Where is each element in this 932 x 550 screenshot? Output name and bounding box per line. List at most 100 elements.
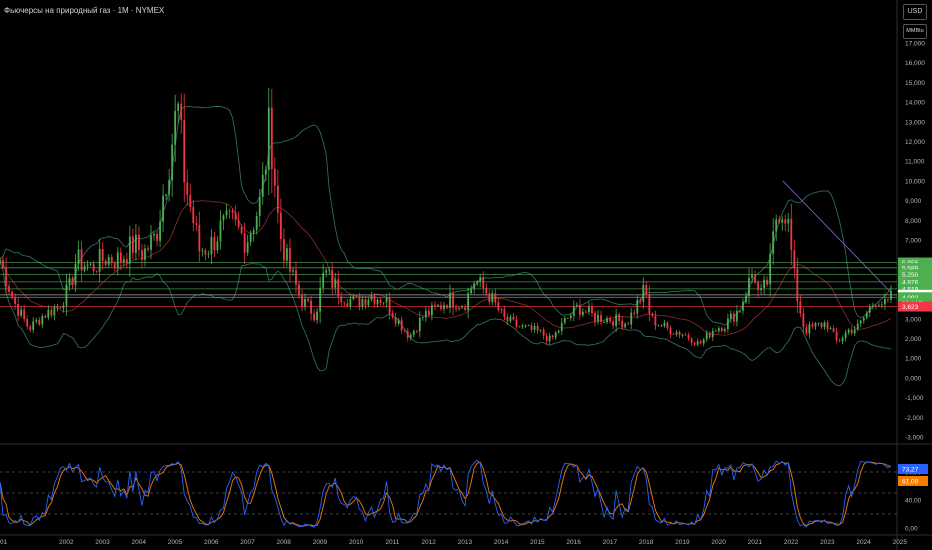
candle-body [216,241,219,251]
price-tick-label: -3,000 [905,435,924,442]
time-axis[interactable]: 01 2002 2003 2004 2005 2006 2007 2008 2009 2010 20… [0,539,907,546]
candle-body [787,218,790,224]
candle-body [92,263,95,271]
candle-body [530,325,533,330]
candle-body [515,319,518,327]
candle-body [44,316,47,318]
price-tick-label: 13,000 [905,119,925,126]
candle-body [26,318,29,327]
time-tick-label: 2021 [748,539,763,546]
time-tick-label: 2022 [784,539,799,546]
candle-body [286,248,288,261]
candle-body [219,220,222,242]
time-tick-label: 2014 [494,539,509,546]
candle-body [192,206,195,224]
price-tick-label: 17,000 [905,41,925,48]
candle-body [17,304,20,316]
candle-body [186,182,189,195]
candle-body [415,331,418,332]
candle-body [261,174,264,197]
candle-body [231,210,234,213]
candle-body [252,230,255,234]
candle-body [669,328,672,335]
candle-body [29,326,32,330]
candle-body [748,277,750,297]
candle-body [554,332,557,338]
candle-body [461,307,463,309]
time-tick-label: 2008 [276,539,291,546]
candle-body [125,259,128,264]
price-tick-label: 3,000 [905,316,922,323]
candle-body [760,288,762,291]
candle-body [621,320,624,328]
candle-body [651,313,654,316]
candle-body [346,303,349,307]
candle-body [600,314,602,323]
candle-body [228,210,231,212]
candle-body [222,215,225,221]
candle-body [890,290,892,300]
candle-body [654,315,657,326]
price-tick-label: 7,000 [905,238,922,245]
time-tick-label: 2004 [131,539,146,546]
candle-body [89,263,92,265]
candle-body [177,103,180,111]
candle-body [337,279,340,297]
candle-body [699,341,702,344]
candle-body [71,278,74,286]
candle-body [144,248,146,260]
candle-body [675,331,678,335]
candle-body [693,343,696,345]
chart-canvas[interactable]: 17,000 16,000 15,000 14,000 13,000 12,000 11,0… [0,0,932,550]
candle-body [705,332,708,340]
candle-body [497,302,500,310]
candle-body [427,310,430,316]
candle-body [246,242,249,253]
candle-body [473,283,476,290]
candle-body [542,329,545,336]
candle-body [811,324,814,327]
candle-body [237,220,240,227]
candle-body [32,321,35,330]
candle-body [316,311,319,321]
time-tick-label: 2005 [168,539,183,546]
candle-body [388,298,391,314]
candle-body [527,325,530,326]
candle-body [772,231,775,254]
candle-body [521,325,524,328]
time-tick-label: 2002 [59,539,74,546]
time-tick-label: 2017 [603,539,618,546]
candle-body [98,248,101,272]
candle-body [412,331,415,335]
candle-body [829,328,832,330]
time-tick-label: 2007 [240,539,255,546]
candle-body [672,334,675,336]
candle-body [708,332,711,338]
time-tick-label: 2009 [313,539,328,546]
candle-body [397,319,400,324]
time-tick-label: 2016 [566,539,581,546]
price-axis[interactable]: 17,000 16,000 15,000 14,000 13,000 12,000 11,0… [905,41,925,442]
candle-body [778,219,781,223]
candle-body [307,298,309,301]
candle-body [455,307,457,310]
candle-body [150,235,152,250]
candle-body [270,107,273,169]
price-tick-label: 15,000 [905,80,925,87]
price-tick-label: 9,000 [905,198,922,205]
candle-body [210,236,213,255]
candle-body [358,296,361,307]
candle-body [258,196,261,216]
candle-body [503,309,506,317]
candle-body [8,286,10,292]
candle-body [548,335,551,342]
candle-body [409,334,412,338]
candle-body [838,340,841,342]
time-tick-label: 2024 [856,539,871,546]
candle-body [56,307,59,309]
candle-body [717,328,720,332]
candle-body [862,317,865,321]
candle-body [2,259,4,268]
candle-body [835,331,838,341]
candle-body [729,313,732,319]
